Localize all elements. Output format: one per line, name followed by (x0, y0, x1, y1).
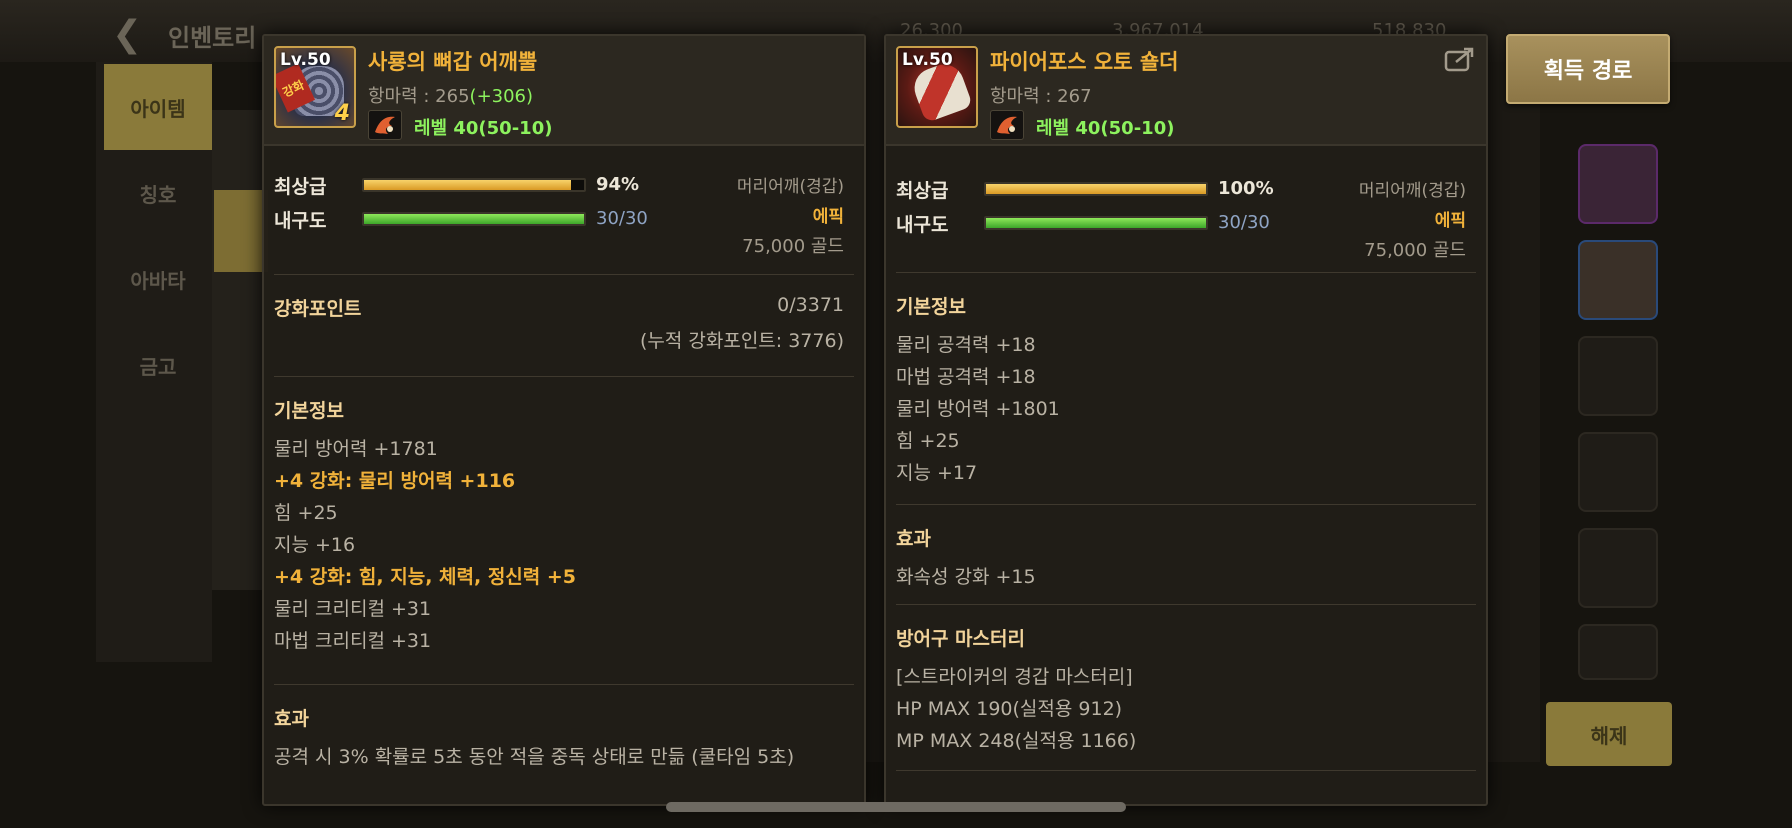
mastery-line: [스트라이커의 경갑 마스터리] (896, 666, 1133, 688)
item-icon: 강화 Lv.50 4 (274, 46, 356, 128)
inventory-slot[interactable] (1578, 432, 1658, 512)
item-icon: Lv.50 (896, 46, 978, 128)
menu-item-items[interactable]: 아이템 (104, 64, 212, 150)
durability-bar (362, 212, 586, 226)
class-flame-icon (990, 110, 1024, 140)
unequip-button[interactable]: 해제 (1546, 702, 1672, 766)
divider (274, 274, 854, 275)
item-name: 파이어포스 오토 숄더 (990, 50, 1179, 74)
divider (896, 770, 1476, 771)
divider (896, 604, 1476, 605)
inventory-slot[interactable] (1578, 336, 1658, 416)
class-flame-icon (368, 110, 402, 140)
effect-title: 효과 (896, 528, 931, 550)
effect-title: 효과 (274, 708, 309, 730)
divider (896, 272, 1476, 273)
stat-line: 힘 +25 (896, 430, 960, 452)
chevron-left-icon[interactable]: ❮ (112, 14, 142, 55)
effect-text: 화속성 강화 +15 (896, 566, 1036, 588)
enhance-stat-line: +4 강화: 물리 방어력 +116 (274, 470, 516, 492)
item-defense: 항마력 : 265(+306) (368, 82, 533, 108)
item-icon-level: Lv.50 (902, 50, 953, 70)
enhance-points-title: 강화포인트 (274, 298, 362, 320)
effect-text: 공격 시 3% 확률로 5초 동안 적을 중독 상태로 만듦 (쿨타임 5초) (274, 746, 795, 768)
stat-line: 마법 크리티컬 +31 (274, 630, 432, 652)
inventory-slot[interactable] (1578, 624, 1658, 680)
stat-line: 힘 +25 (274, 502, 338, 524)
item-header: 강화 Lv.50 4 사룡의 뼈갑 어깨뿔 항마력 : 265(+306) 레벨… (264, 36, 864, 146)
durability-bar (984, 216, 1208, 230)
quality-bar-fill (364, 180, 571, 190)
item-icon-enhance-level: 4 (334, 101, 350, 126)
durability-bar-fill (986, 218, 1206, 228)
stat-line: 마법 공격력 +18 (896, 366, 1036, 388)
basic-info-title: 기본정보 (274, 400, 344, 422)
home-indicator[interactable] (666, 802, 1126, 812)
item-level: 레벨 40(50-10) (1036, 118, 1175, 139)
durability-label: 내구도 (274, 210, 327, 232)
inventory-slot[interactable] (1578, 144, 1658, 224)
durability-label: 내구도 (896, 214, 949, 236)
slot-type: 머리어깨(경갑) (1358, 181, 1466, 201)
item-defense: 항마력 : 267 (990, 86, 1092, 107)
item-price: 75,000 골드 (1364, 240, 1466, 261)
basic-info-title: 기본정보 (896, 296, 966, 318)
defense-bonus: (+306) (469, 86, 534, 107)
enhance-points-value: 0/3371 (777, 294, 844, 316)
mastery-line: MP MAX 248(실적용 1166) (896, 730, 1137, 752)
durability-bar-fill (364, 214, 584, 224)
item-price: 75,000 골드 (742, 236, 844, 257)
defense-label: 항마력 : 265 (368, 86, 470, 107)
quality-value: 100% (1218, 178, 1274, 199)
stat-line: 물리 공격력 +18 (896, 334, 1036, 356)
item-level: 레벨 40(50-10) (414, 118, 553, 139)
item-name: 사룡의 뼈갑 어깨뿔 (368, 50, 538, 74)
quality-value: 94% (596, 174, 640, 195)
stat-line: 지능 +16 (274, 534, 356, 556)
background-sub-menu-active (214, 190, 268, 272)
item-header: Lv.50 파이어포스 오토 숄더 항마력 : 267 레벨 40(50-10) (886, 36, 1486, 146)
divider (896, 504, 1476, 505)
slot-type: 머리어깨(경갑) (736, 177, 844, 197)
stat-line: 지능 +17 (896, 462, 978, 484)
durability-value: 30/30 (596, 208, 648, 229)
menu-item-vault[interactable]: 금고 (104, 322, 212, 408)
inventory-slot[interactable] (1578, 528, 1658, 608)
menu-item-avatar[interactable]: 아바타 (104, 236, 212, 322)
enhance-stat-line: +4 강화: 힘, 지능, 체력, 정신력 +5 (274, 566, 577, 588)
share-icon[interactable] (1444, 46, 1476, 72)
mastery-title: 방어구 마스터리 (896, 628, 1025, 650)
quality-label: 최상급 (896, 180, 949, 202)
divider (274, 684, 854, 685)
stat-line: 물리 방어력 +1781 (274, 438, 438, 460)
item-tooltip-left: 강화 Lv.50 4 사룡의 뼈갑 어깨뿔 항마력 : 265(+306) 레벨… (262, 34, 866, 806)
quality-bar (984, 182, 1208, 196)
stat-line: 물리 크리티컬 +31 (274, 598, 432, 620)
durability-value: 30/30 (1218, 212, 1270, 233)
item-icon-level: Lv.50 (280, 50, 331, 70)
divider (274, 376, 854, 377)
quality-bar-fill (986, 184, 1206, 194)
quality-label: 최상급 (274, 176, 327, 198)
mastery-line: HP MAX 190(실적용 912) (896, 698, 1123, 720)
background-title: 인벤토리 (168, 24, 257, 52)
item-grade: 에픽 (812, 207, 844, 227)
stat-line: 물리 방어력 +1801 (896, 398, 1060, 420)
inventory-slot[interactable] (1578, 240, 1658, 320)
enhance-points-total: (누적 강화포인트: 3776) (639, 330, 844, 352)
quality-bar (362, 178, 586, 192)
item-grade: 에픽 (1434, 211, 1466, 231)
item-tooltip-right: Lv.50 파이어포스 오토 숄더 항마력 : 267 레벨 40(50-10)… (884, 34, 1488, 806)
menu-item-titles[interactable]: 칭호 (104, 150, 212, 236)
acquire-route-button[interactable]: 획득 경로 (1506, 34, 1670, 104)
